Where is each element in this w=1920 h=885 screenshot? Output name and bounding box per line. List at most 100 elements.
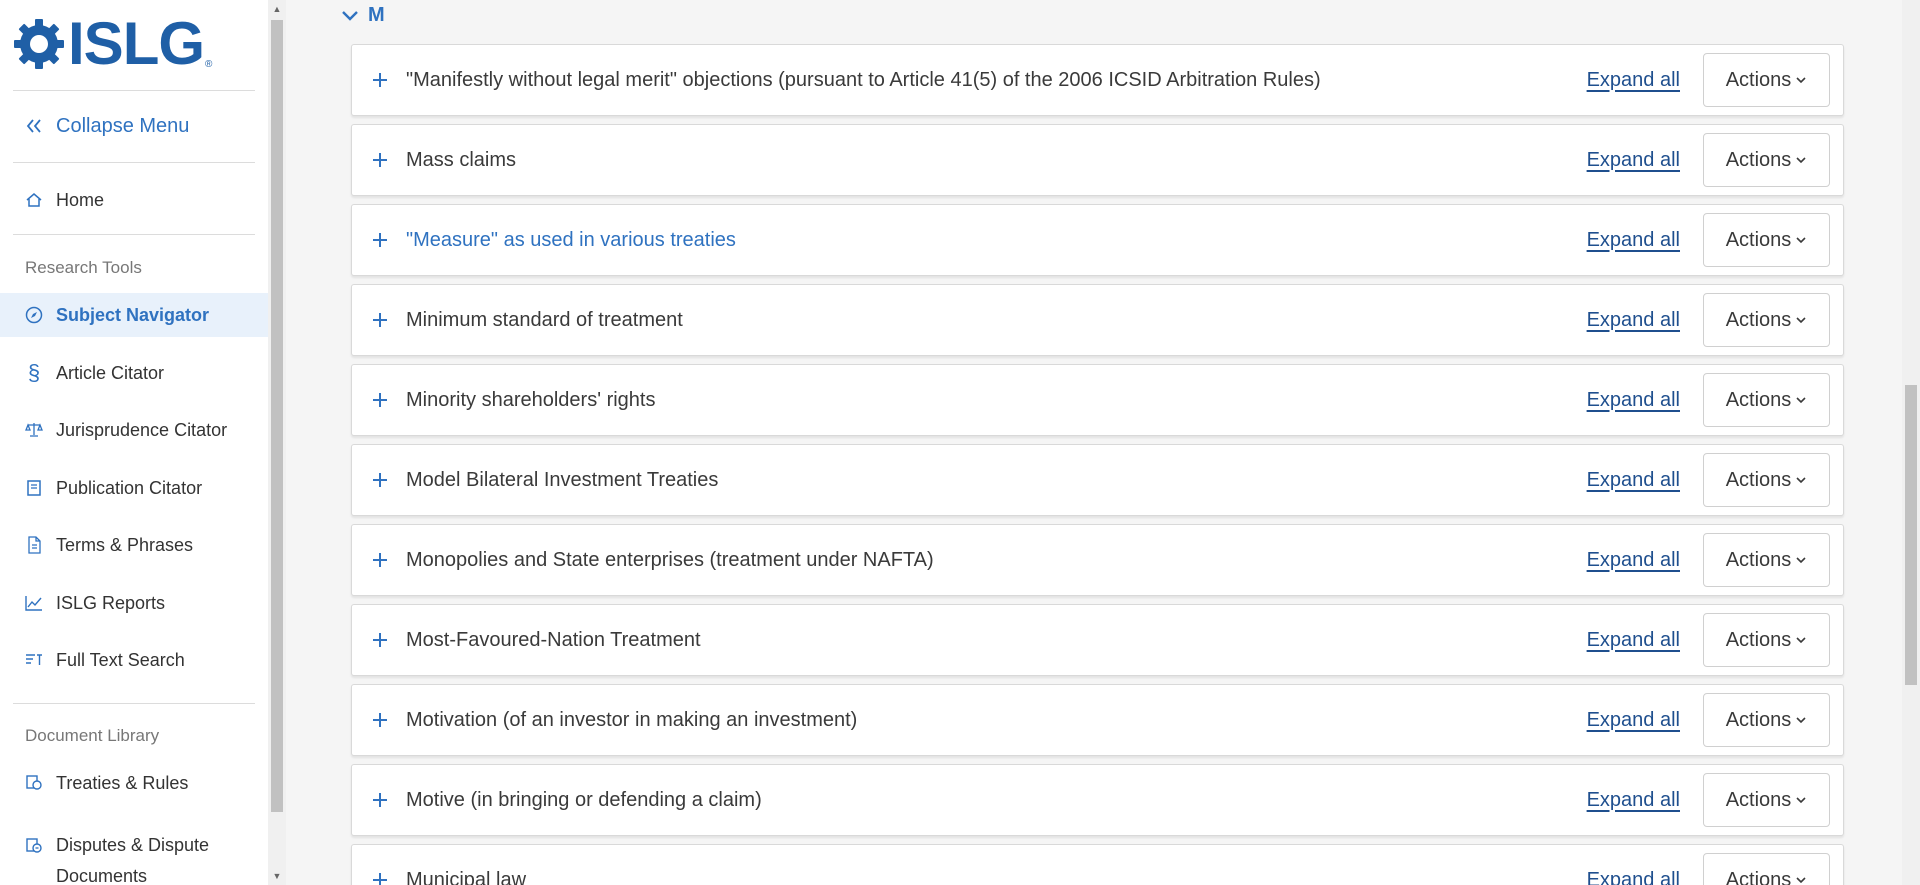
- subject-row[interactable]: Minority shareholders' rights Expand all A…: [351, 364, 1844, 436]
- expand-all-link[interactable]: Expand all: [1587, 629, 1680, 652]
- chevron-down-icon: [1796, 797, 1806, 804]
- home-icon: [24, 190, 44, 210]
- subject-row[interactable]: Model Bilateral Investment Treaties Expan…: [351, 444, 1844, 516]
- subject-row[interactable]: Most-Favoured-Nation Treatment Expand all…: [351, 604, 1844, 676]
- scroll-up-arrow-icon[interactable]: ▲: [268, 0, 286, 18]
- expand-all-link[interactable]: Expand all: [1587, 469, 1680, 492]
- subject-row[interactable]: Motive (in bringing or defending a claim…: [351, 764, 1844, 836]
- document-library-heading: Document Library: [25, 726, 160, 745]
- research-tools-heading: Research Tools: [25, 258, 142, 277]
- sidebar-item-islg-reports[interactable]: ISLG Reports: [0, 581, 268, 625]
- sidebar-item-article-citator[interactable]: § Article Citator: [0, 351, 268, 395]
- sidebar-item-publication-citator[interactable]: Publication Citator: [0, 466, 268, 510]
- plus-icon[interactable]: [370, 310, 390, 330]
- scales-icon: [24, 420, 44, 440]
- scrollbar-thumb[interactable]: [271, 20, 283, 812]
- sidebar-item-subject-navigator[interactable]: Subject Navigator: [0, 293, 268, 337]
- sidebar-item-terms-phrases[interactable]: Terms & Phrases: [0, 523, 268, 567]
- plus-icon[interactable]: [370, 550, 390, 570]
- expand-all-link[interactable]: Expand all: [1587, 549, 1680, 572]
- subject-title[interactable]: "Measure" as used in various treaties: [406, 229, 1587, 252]
- scroll-down-arrow-icon[interactable]: ▼: [268, 867, 286, 885]
- actions-label: Actions: [1725, 148, 1792, 171]
- sidebar-item-label: Home: [56, 189, 105, 210]
- subject-row[interactable]: "Manifestly without legal merit" objecti…: [351, 44, 1844, 116]
- sidebar-item-label: Subject Navigator: [56, 304, 210, 325]
- expand-all-link[interactable]: Expand all: [1587, 69, 1680, 92]
- expand-all-link[interactable]: Expand all: [1587, 389, 1680, 412]
- sidebar-item-label: ISLG Reports: [56, 592, 166, 613]
- plus-icon[interactable]: [370, 70, 390, 90]
- plus-icon[interactable]: [370, 230, 390, 250]
- expand-all-link[interactable]: Expand all: [1587, 149, 1680, 172]
- plus-icon[interactable]: [370, 630, 390, 650]
- sidebar-scrollbar[interactable]: ▲ ▼: [268, 0, 286, 885]
- sidebar-item-treaties-rules[interactable]: Treaties & Rules: [0, 761, 268, 805]
- divider: [13, 703, 255, 704]
- collapse-menu-label: Collapse Menu: [56, 114, 190, 137]
- subject-row[interactable]: Municipal law Expand all Actions: [351, 844, 1844, 885]
- actions-dropdown-button[interactable]: Actions: [1703, 293, 1830, 347]
- actions-dropdown-button[interactable]: Actions: [1703, 453, 1830, 507]
- subject-title: Minority shareholders' rights: [406, 388, 656, 411]
- sidebar-item-home[interactable]: Home: [0, 178, 268, 222]
- subject-title: Motive (in bringing or defending a claim…: [406, 788, 762, 811]
- actions-dropdown-button[interactable]: Actions: [1703, 853, 1830, 885]
- plus-icon[interactable]: [370, 710, 390, 730]
- actions-dropdown-button[interactable]: Actions: [1703, 533, 1830, 587]
- divider: [13, 162, 255, 163]
- sidebar-item-disputes[interactable]: Disputes & Dispute Documents: [0, 824, 268, 885]
- chevron-down-icon: [1796, 877, 1806, 884]
- actions-label: Actions: [1725, 708, 1792, 731]
- expand-all-link[interactable]: Expand all: [1587, 229, 1680, 252]
- letter-label: M: [368, 4, 385, 26]
- sidebar-item-label: Treaties & Rules: [56, 772, 189, 793]
- actions-dropdown-button[interactable]: Actions: [1703, 213, 1830, 267]
- sidebar-item-jurisprudence-citator[interactable]: Jurisprudence Citator: [0, 408, 268, 452]
- chevron-down-icon: [1796, 557, 1806, 564]
- actions-label: Actions: [1725, 468, 1792, 491]
- text-search-icon: [24, 650, 44, 670]
- plus-icon[interactable]: [370, 470, 390, 490]
- expand-all-link[interactable]: Expand all: [1587, 869, 1680, 885]
- subject-row[interactable]: Motivation (of an investor in making an …: [351, 684, 1844, 756]
- plus-icon[interactable]: [370, 790, 390, 810]
- islg-logo[interactable]: ISLG ®: [12, 14, 212, 74]
- actions-dropdown-button[interactable]: Actions: [1703, 773, 1830, 827]
- actions-dropdown-button[interactable]: Actions: [1703, 53, 1830, 107]
- sidebar-item-full-text-search[interactable]: Full Text Search: [0, 638, 268, 682]
- subject-title: Municipal law: [406, 868, 527, 885]
- subject-title: Motivation (of an investor in making an …: [406, 708, 858, 731]
- letter-group-header[interactable]: M: [340, 4, 385, 27]
- subject-row[interactable]: Monopolies and State enterprises (treatm…: [351, 524, 1844, 596]
- sidebar-item-label: Disputes & Dispute Documents: [56, 835, 210, 885]
- plus-icon[interactable]: [370, 150, 390, 170]
- actions-dropdown-button[interactable]: Actions: [1703, 133, 1830, 187]
- actions-dropdown-button[interactable]: Actions: [1703, 373, 1830, 427]
- expand-all-link[interactable]: Expand all: [1587, 309, 1680, 332]
- sidebar-item-label: Full Text Search: [56, 649, 185, 670]
- subject-row[interactable]: Minimum standard of treatment Expand all A…: [351, 284, 1844, 356]
- chevron-down-icon: [1796, 317, 1806, 324]
- plus-icon[interactable]: [370, 870, 390, 885]
- sidebar-item-label: Publication Citator: [56, 477, 203, 498]
- subject-row[interactable]: "Measure" as used in various treaties Exp…: [351, 204, 1844, 276]
- scrollbar-thumb[interactable]: [1905, 385, 1917, 685]
- chevron-down-icon: [1796, 237, 1806, 244]
- expand-all-link[interactable]: Expand all: [1587, 709, 1680, 732]
- logo-registered-mark: ®: [205, 59, 213, 70]
- subject-row[interactable]: Mass claims Expand all Actions: [351, 124, 1844, 196]
- divider: [13, 234, 255, 235]
- main-scrollbar[interactable]: [1902, 0, 1920, 885]
- section-sign-icon: §: [27, 360, 41, 385]
- actions-dropdown-button[interactable]: Actions: [1703, 693, 1830, 747]
- actions-dropdown-button[interactable]: Actions: [1703, 613, 1830, 667]
- document-icon: [24, 535, 44, 555]
- chart-line-icon: [24, 593, 44, 613]
- plus-icon[interactable]: [370, 390, 390, 410]
- expand-all-link[interactable]: Expand all: [1587, 789, 1680, 812]
- collapse-menu-button[interactable]: Collapse Menu: [0, 104, 268, 148]
- treaties-icon: [24, 773, 44, 793]
- actions-label: Actions: [1725, 548, 1792, 571]
- actions-label: Actions: [1725, 308, 1792, 331]
